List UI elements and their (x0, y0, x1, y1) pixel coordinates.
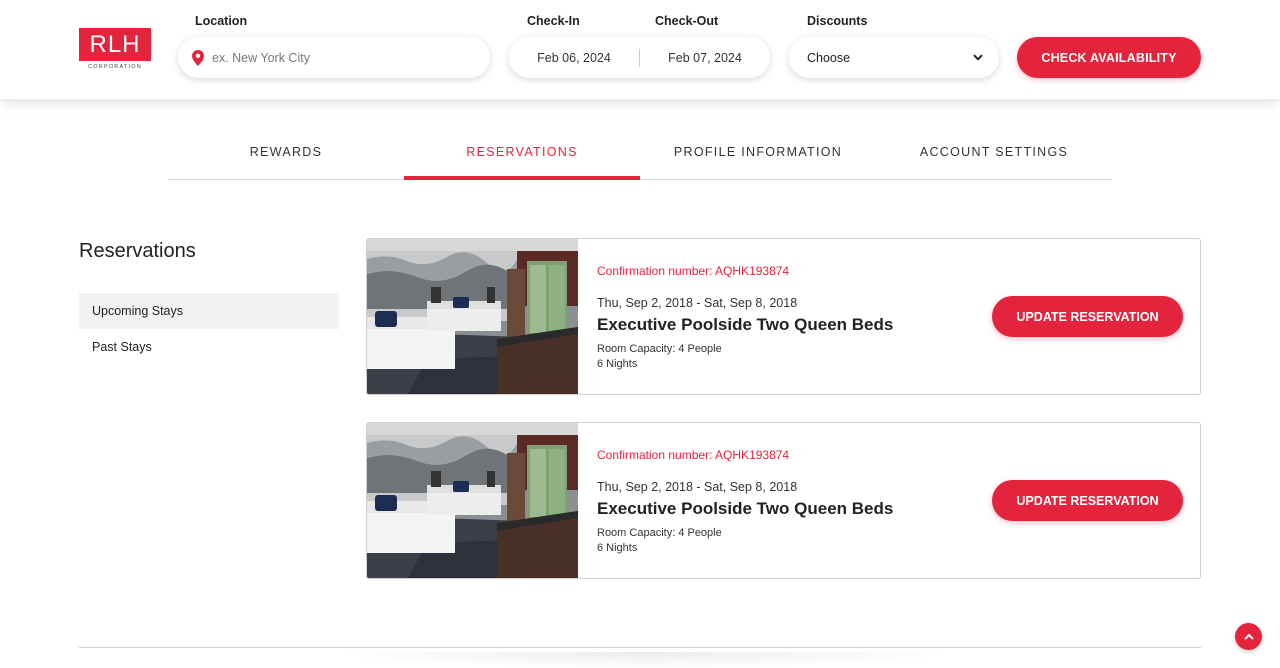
logo-subtext: CORPORATION (88, 64, 142, 70)
room-name: Executive Poolside Two Queen Beds (597, 315, 894, 334)
logo-mark: RLH (79, 28, 151, 61)
confirmation-number: Confirmation number: AQHK193874 (597, 448, 790, 462)
sidebar-title: Reservations (79, 240, 196, 262)
checkout-label: Check-Out (655, 14, 719, 28)
top-search-bar: RLH CORPORATION Location Check-In Check-… (0, 0, 1280, 99)
scroll-to-top-button[interactable] (1235, 623, 1262, 650)
location-input[interactable] (212, 50, 462, 65)
discounts-value: Choose (807, 50, 851, 65)
footer-shadow (330, 652, 960, 668)
location-label: Location (195, 14, 248, 28)
stay-dates: Thu, Sep 2, 2018 - Sat, Sep 8, 2018 (597, 480, 798, 494)
discounts-label: Discounts (807, 14, 868, 28)
sidebar-item-past-stays[interactable]: Past Stays (79, 329, 339, 365)
rlh-logo[interactable]: RLH CORPORATION (79, 28, 151, 72)
nights-count: 6 Nights (597, 542, 638, 554)
room-photo (367, 239, 578, 394)
checkin-date[interactable]: Feb 06, 2024 (509, 51, 639, 65)
checkin-label: Check-In (527, 14, 580, 28)
room-capacity: Room Capacity: 4 People (597, 527, 722, 539)
nights-count: 6 Nights (597, 358, 638, 370)
tab-reservations[interactable]: RESERVATIONS (404, 130, 640, 180)
location-field[interactable] (178, 37, 490, 78)
tab-profile-information[interactable]: PROFILE INFORMATION (640, 130, 876, 179)
update-reservation-button[interactable]: UPDATE RESERVATION (992, 480, 1183, 521)
confirmation-number: Confirmation number: AQHK193874 (597, 264, 790, 278)
update-reservation-button[interactable]: UPDATE RESERVATION (992, 296, 1183, 337)
tab-rewards[interactable]: REWARDS (168, 130, 404, 179)
date-range-field: Feb 06, 2024 Feb 07, 2024 (509, 37, 770, 78)
reservation-card: Confirmation number: AQHK193874 Thu, Sep… (366, 238, 1201, 395)
account-tabs: REWARDS RESERVATIONS PROFILE INFORMATION… (168, 130, 1112, 180)
discounts-select[interactable]: Choose (789, 37, 999, 78)
stay-dates: Thu, Sep 2, 2018 - Sat, Sep 8, 2018 (597, 296, 798, 310)
check-availability-button[interactable]: CHECK AVAILABILITY (1017, 37, 1201, 78)
room-photo (367, 423, 578, 578)
room-name: Executive Poolside Two Queen Beds (597, 499, 894, 518)
tab-account-settings[interactable]: ACCOUNT SETTINGS (876, 130, 1112, 179)
sidebar-item-upcoming-stays[interactable]: Upcoming Stays (79, 293, 339, 329)
checkout-date[interactable]: Feb 07, 2024 (640, 51, 770, 65)
footer-divider (79, 647, 1201, 648)
room-capacity: Room Capacity: 4 People (597, 343, 722, 355)
chevron-up-icon (1243, 633, 1254, 640)
map-pin-icon (192, 49, 204, 66)
chevron-down-icon (973, 54, 983, 61)
reservation-card: Confirmation number: AQHK193874 Thu, Sep… (366, 422, 1201, 579)
